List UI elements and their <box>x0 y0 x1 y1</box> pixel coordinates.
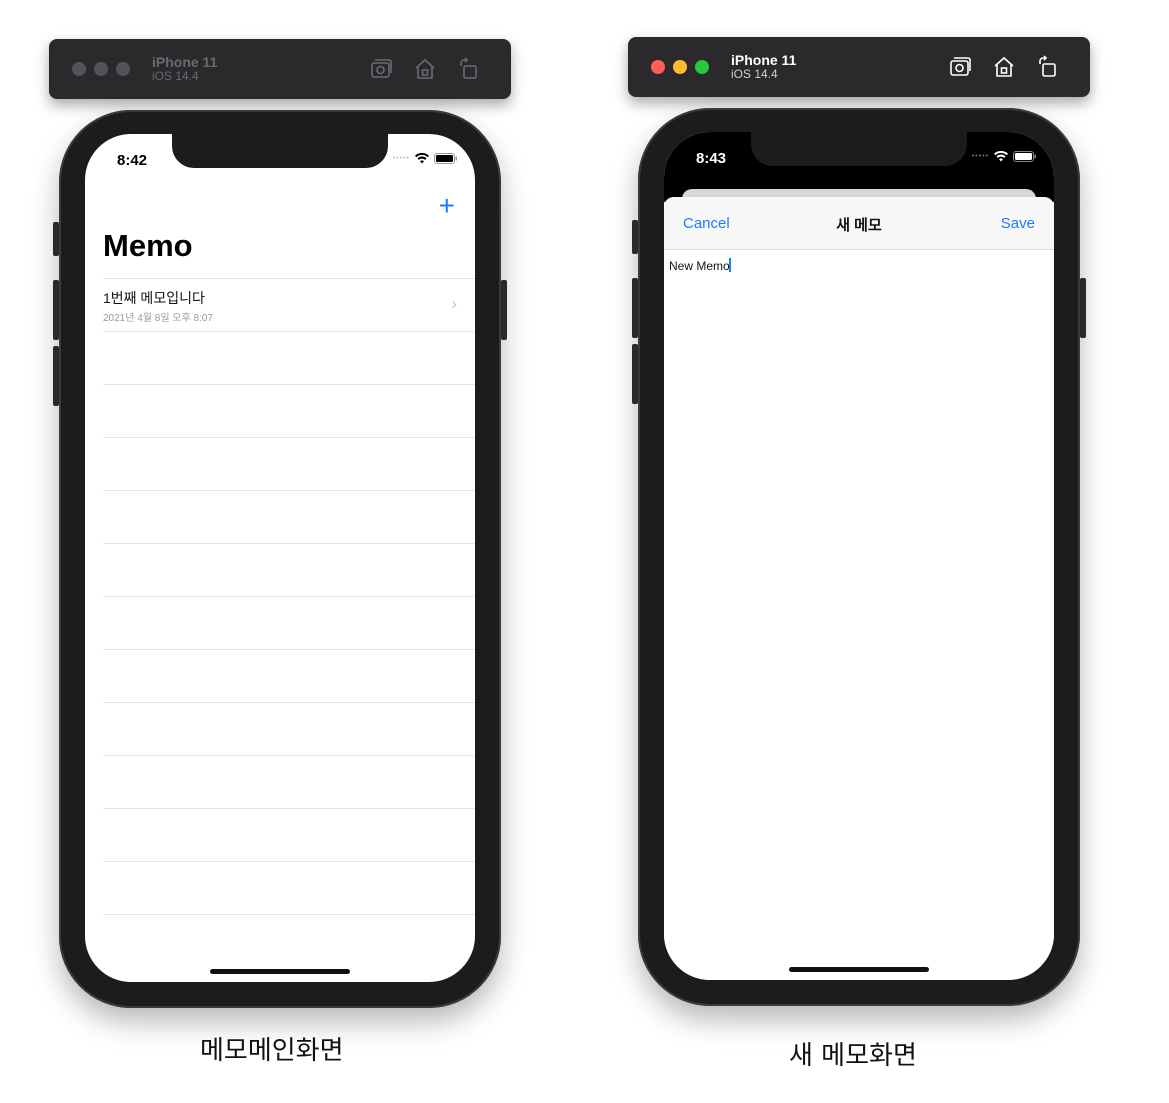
device-name: iPhone 11 <box>731 51 797 68</box>
new-memo-sheet: Cancel 새 메모 Save New Memo <box>664 197 1054 980</box>
empty-row <box>103 490 475 543</box>
empty-row <box>103 649 475 702</box>
empty-row <box>103 596 475 649</box>
side-button <box>1080 278 1086 338</box>
memo-title: 1번째 메모입니다 <box>103 290 205 306</box>
rotate-icon[interactable] <box>1036 55 1060 79</box>
empty-row <box>103 384 475 437</box>
empty-row <box>103 808 475 861</box>
zoom-window-button[interactable] <box>695 60 709 74</box>
empty-row <box>103 755 475 808</box>
volume-up-button <box>53 280 59 340</box>
home-icon[interactable] <box>992 55 1016 79</box>
battery-icon <box>1013 151 1036 162</box>
iphone-frame-right: 8:43 ••••• Cancel 새 메모 Save New Memo <box>632 108 1086 1006</box>
screenshot-icon[interactable] <box>369 57 393 81</box>
save-button[interactable]: Save <box>1001 215 1035 232</box>
empty-row <box>103 702 475 755</box>
caption-left: 메모메인화면 <box>200 1036 344 1066</box>
os-version: iOS 14.4 <box>152 69 199 84</box>
add-memo-button[interactable]: + <box>439 190 455 222</box>
status-icons: ••••• <box>972 151 1036 162</box>
memo-row[interactable]: 1번째 메모입니다 2021년 4월 8일 오후 8:07 › <box>103 278 475 331</box>
memo-text: New Memo <box>669 259 730 273</box>
empty-row <box>103 331 475 384</box>
notch <box>751 132 967 166</box>
empty-row <box>103 543 475 596</box>
volume-down-button <box>53 346 59 406</box>
device-name: iPhone 11 <box>152 53 218 70</box>
empty-row <box>103 437 475 490</box>
caption-right: 새 메모화면 <box>789 1041 917 1071</box>
wifi-icon <box>994 151 1008 162</box>
status-time: 8:42 <box>117 152 148 169</box>
battery-icon <box>434 153 457 164</box>
side-button <box>501 280 507 340</box>
titlebar-tools <box>369 57 481 81</box>
mute-switch <box>632 220 638 254</box>
volume-down-button <box>632 344 638 404</box>
minimize-window-button[interactable] <box>94 62 108 76</box>
simulator-titlebar-right: iPhone 11 iOS 14.4 <box>628 37 1090 97</box>
window-controls <box>651 60 709 74</box>
iphone-frame-left: 8:42 ••••• + Memo 1번째 메모입니다 2021년 4월 8일 … <box>53 110 507 1008</box>
empty-row <box>103 914 475 967</box>
page-title: Memo <box>103 228 193 263</box>
navigation-bar: Cancel 새 메모 Save <box>664 197 1054 250</box>
close-window-button[interactable] <box>651 60 665 74</box>
text-cursor <box>728 258 731 272</box>
chevron-right-icon: › <box>451 294 457 313</box>
app-screen-memo-list: 8:42 ••••• + Memo 1번째 메모입니다 2021년 4월 8일 … <box>85 134 475 982</box>
status-icons: ••••• <box>393 153 457 164</box>
notch <box>172 134 388 168</box>
home-icon[interactable] <box>413 57 437 81</box>
signal-icon: ••••• <box>392 155 410 162</box>
mute-switch <box>53 222 59 256</box>
wifi-icon <box>415 153 429 164</box>
minimize-window-button[interactable] <box>673 60 687 74</box>
volume-up-button <box>632 278 638 338</box>
memo-text-view[interactable]: New Memo <box>669 258 731 273</box>
window-controls <box>72 62 130 76</box>
screenshot-icon[interactable] <box>948 55 972 79</box>
home-indicator[interactable] <box>210 969 350 974</box>
status-time: 8:43 <box>696 150 727 167</box>
simulator-titlebar-left: iPhone 11 iOS 14.4 <box>49 39 511 99</box>
titlebar-tools <box>948 55 1060 79</box>
home-indicator[interactable] <box>789 967 929 972</box>
memo-date: 2021년 4월 8일 오후 8:07 <box>103 313 213 324</box>
os-version: iOS 14.4 <box>731 67 778 82</box>
empty-row <box>103 861 475 914</box>
rotate-icon[interactable] <box>457 57 481 81</box>
app-screen-new-memo: 8:43 ••••• Cancel 새 메모 Save New Memo <box>664 132 1054 980</box>
nav-title: 새 메모 <box>836 217 882 234</box>
signal-icon: ••••• <box>971 153 989 160</box>
memo-list: 1번째 메모입니다 2021년 4월 8일 오후 8:07 › <box>103 278 475 967</box>
close-window-button[interactable] <box>72 62 86 76</box>
zoom-window-button[interactable] <box>116 62 130 76</box>
